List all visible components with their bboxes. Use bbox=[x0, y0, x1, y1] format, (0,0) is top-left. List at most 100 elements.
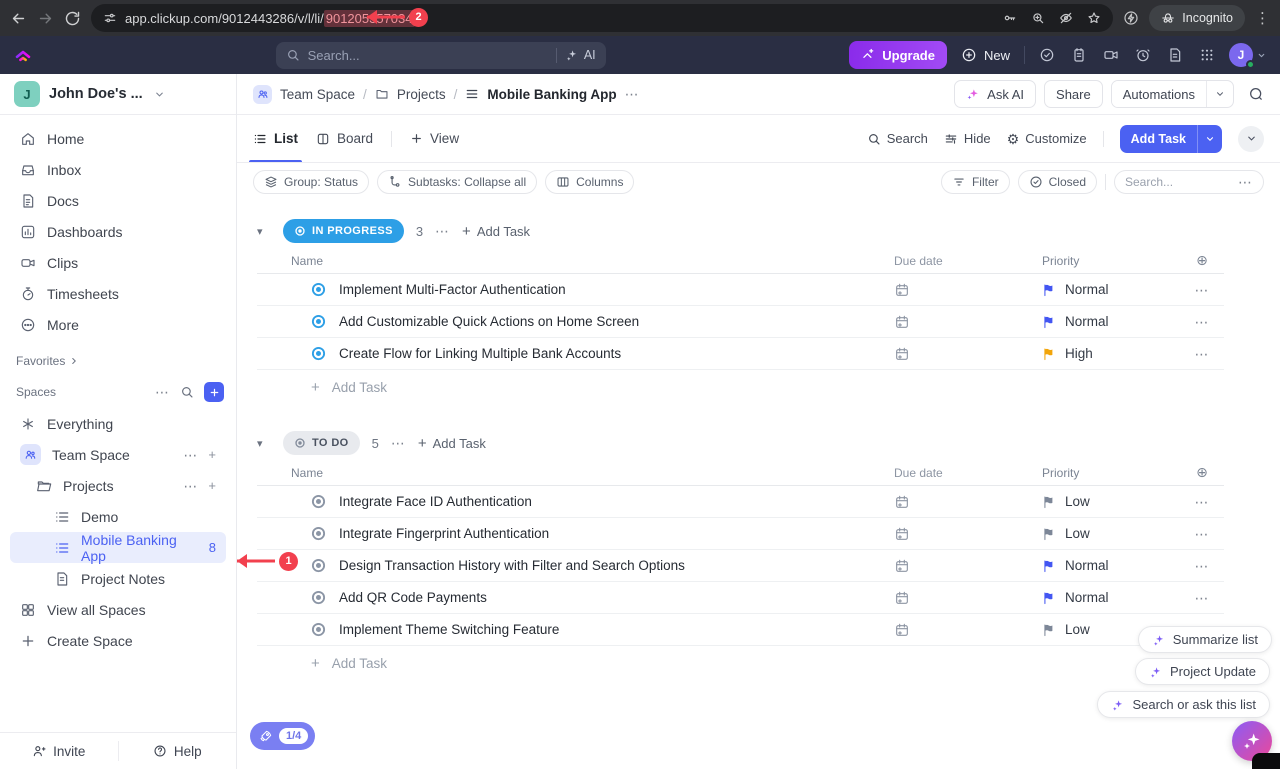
row-menu-icon[interactable]: ⋯ bbox=[1195, 315, 1210, 329]
status-circle[interactable] bbox=[311, 494, 326, 509]
view-search-button[interactable]: Search bbox=[867, 131, 928, 146]
row-menu-icon[interactable]: ⋯ bbox=[1195, 559, 1210, 573]
col-priority[interactable]: Priority bbox=[1022, 466, 1180, 480]
table-row[interactable]: Integrate Face ID Authentication Low ⋯ bbox=[257, 486, 1224, 518]
priority-label[interactable]: Low bbox=[1065, 622, 1090, 637]
columns-pill[interactable]: Columns bbox=[545, 170, 634, 194]
upgrade-button[interactable]: Upgrade bbox=[849, 41, 947, 69]
sidebar-item-demo[interactable]: Demo bbox=[10, 501, 226, 532]
eye-off-icon[interactable] bbox=[1059, 11, 1073, 25]
invite-button[interactable]: Invite bbox=[0, 733, 118, 769]
sidebar-item-home[interactable]: Home bbox=[10, 123, 226, 154]
apps-grid-icon[interactable] bbox=[1199, 47, 1215, 63]
customize-button[interactable]: ⚙ Customize bbox=[1007, 131, 1087, 146]
global-search-input[interactable] bbox=[308, 48, 548, 63]
spaces-menu-icon[interactable]: ⋯ bbox=[155, 385, 170, 399]
folder-menu-icon[interactable]: ⋯ bbox=[183, 479, 198, 493]
help-button[interactable]: Help bbox=[119, 733, 237, 769]
new-button[interactable]: New bbox=[961, 47, 1010, 63]
status-circle[interactable] bbox=[311, 346, 326, 361]
sidebar-item-dashboards[interactable]: Dashboards bbox=[10, 216, 226, 247]
table-row[interactable]: Add QR Code Payments Normal ⋯ bbox=[257, 582, 1224, 614]
automations-dropdown[interactable] bbox=[1206, 81, 1233, 107]
share-button[interactable]: Share bbox=[1044, 80, 1103, 108]
priority-label[interactable]: Low bbox=[1065, 494, 1090, 509]
folder-add-icon[interactable]: + bbox=[208, 478, 216, 493]
breadcrumb-menu-icon[interactable]: ⋯ bbox=[625, 87, 640, 101]
filter-pill[interactable]: Filter bbox=[941, 170, 1010, 194]
row-menu-icon[interactable]: ⋯ bbox=[1195, 347, 1210, 361]
table-row[interactable]: Implement Theme Switching Feature Low ⋯ bbox=[257, 614, 1224, 646]
workspace-switcher[interactable]: J John Doe's ... bbox=[0, 74, 236, 115]
collapse-header-button[interactable] bbox=[1238, 126, 1264, 152]
docs-shortcut-icon[interactable] bbox=[1167, 47, 1183, 63]
global-search[interactable]: AI bbox=[276, 42, 606, 69]
sidebar-item-docs[interactable]: Docs bbox=[10, 185, 226, 216]
priority-label[interactable]: Normal bbox=[1065, 314, 1109, 329]
add-space-button[interactable] bbox=[204, 382, 224, 402]
priority-label[interactable]: Normal bbox=[1065, 590, 1109, 605]
status-pill[interactable]: TO DO bbox=[283, 431, 360, 455]
task-name[interactable]: Create Flow for Linking Multiple Bank Ac… bbox=[339, 346, 621, 361]
status-circle[interactable] bbox=[311, 526, 326, 541]
table-row[interactable]: Create Flow for Linking Multiple Bank Ac… bbox=[257, 338, 1224, 370]
ai-shortcut[interactable]: AI bbox=[565, 48, 596, 62]
search-options-icon[interactable]: ⋯ bbox=[1238, 175, 1253, 189]
col-name[interactable]: Name bbox=[291, 466, 874, 480]
group-add-task[interactable]: +Add Task bbox=[418, 435, 486, 452]
password-key-icon[interactable] bbox=[1003, 11, 1017, 25]
task-name[interactable]: Add Customizable Quick Actions on Home S… bbox=[339, 314, 639, 329]
row-menu-icon[interactable]: ⋯ bbox=[1195, 283, 1210, 297]
task-name[interactable]: Design Transaction History with Filter a… bbox=[339, 558, 685, 573]
group-menu-icon[interactable]: ⋯ bbox=[435, 224, 450, 238]
calendar-plus-icon[interactable] bbox=[894, 346, 910, 362]
subtasks-pill[interactable]: Subtasks: Collapse all bbox=[377, 170, 537, 194]
task-name[interactable]: Integrate Fingerprint Authentication bbox=[339, 526, 549, 541]
priority-label[interactable]: Low bbox=[1065, 526, 1090, 541]
automations-label[interactable]: Automations bbox=[1112, 81, 1206, 107]
back-icon[interactable] bbox=[10, 10, 27, 27]
calendar-plus-icon[interactable] bbox=[894, 314, 910, 330]
notepad-icon[interactable] bbox=[1071, 47, 1087, 63]
sidebar-item-view-all-spaces[interactable]: View all Spaces bbox=[10, 594, 226, 625]
extension-bolt-icon[interactable] bbox=[1123, 10, 1139, 26]
add-column-icon[interactable]: ⊕ bbox=[1180, 464, 1224, 481]
favorites-section[interactable]: Favorites bbox=[0, 340, 236, 370]
add-view-button[interactable]: View bbox=[410, 115, 459, 162]
sidebar-item-create-space[interactable]: Create Space bbox=[10, 625, 226, 656]
table-row[interactable]: Add Customizable Quick Actions on Home S… bbox=[257, 306, 1224, 338]
collapse-group-icon[interactable]: ▾ bbox=[257, 437, 271, 450]
ask-ai-button[interactable]: Ask AI bbox=[954, 80, 1036, 108]
col-due-date[interactable]: Due date bbox=[874, 466, 1022, 480]
task-name[interactable]: Add QR Code Payments bbox=[339, 590, 487, 605]
project-update-button[interactable]: Project Update bbox=[1135, 658, 1270, 685]
task-name[interactable]: Implement Theme Switching Feature bbox=[339, 622, 559, 637]
activity-icon[interactable] bbox=[1248, 86, 1264, 102]
clickup-logo[interactable] bbox=[14, 46, 32, 64]
sidebar-item-inbox[interactable]: Inbox bbox=[10, 154, 226, 185]
add-task-row[interactable]: +Add Task bbox=[257, 646, 1224, 680]
priority-label[interactable]: High bbox=[1065, 346, 1093, 361]
zoom-icon[interactable] bbox=[1031, 11, 1045, 25]
calendar-plus-icon[interactable] bbox=[894, 526, 910, 542]
forward-icon[interactable] bbox=[37, 10, 54, 27]
task-name[interactable]: Implement Multi-Factor Authentication bbox=[339, 282, 566, 297]
space-add-icon[interactable]: + bbox=[208, 447, 216, 462]
tab-list[interactable]: List bbox=[253, 115, 298, 162]
status-circle[interactable] bbox=[311, 282, 326, 297]
col-due-date[interactable]: Due date bbox=[874, 254, 1022, 268]
table-row[interactable]: Design Transaction History with Filter a… bbox=[257, 550, 1224, 582]
add-task-button[interactable]: Add Task bbox=[1120, 125, 1222, 153]
group-add-task[interactable]: +Add Task bbox=[462, 223, 530, 240]
row-menu-icon[interactable]: ⋯ bbox=[1195, 527, 1210, 541]
col-name[interactable]: Name bbox=[291, 254, 874, 268]
sidebar-item-timesheets[interactable]: Timesheets bbox=[10, 278, 226, 309]
list-search-input[interactable]: ⋯ bbox=[1114, 170, 1264, 194]
sidebar-item-project-notes[interactable]: Project Notes bbox=[10, 563, 226, 594]
bookmark-star-icon[interactable] bbox=[1087, 11, 1101, 25]
sidebar-item-team-space[interactable]: Team Space ⋯+ bbox=[10, 439, 226, 470]
sidebar-item-projects[interactable]: Projects ⋯+ bbox=[10, 470, 226, 501]
avatar[interactable]: J bbox=[1229, 43, 1253, 67]
todo-check-icon[interactable] bbox=[1039, 47, 1055, 63]
clip-video-icon[interactable] bbox=[1103, 47, 1119, 63]
